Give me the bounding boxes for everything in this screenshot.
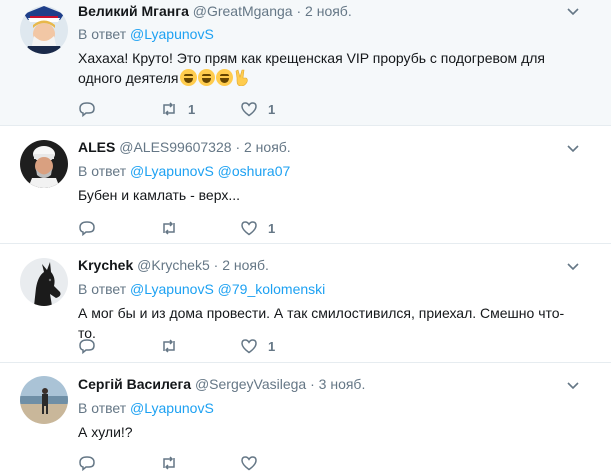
tweet[interactable]: Великий Мганга @GreatMganga · 2 нояб. В … bbox=[0, 0, 611, 126]
user-handle[interactable]: @SergeyVasilega bbox=[195, 376, 306, 392]
timestamp[interactable]: 2 нояб. bbox=[244, 139, 291, 155]
retweet-button[interactable] bbox=[160, 336, 188, 356]
heart-icon bbox=[241, 221, 257, 236]
reply-prefix: В ответ bbox=[78, 400, 127, 416]
retweet-icon bbox=[163, 102, 175, 116]
like-button[interactable] bbox=[240, 453, 268, 473]
reply-context: В ответ @LyapunovS @79_kolomenski bbox=[78, 280, 325, 298]
reply-button[interactable] bbox=[78, 99, 106, 119]
chevron-down-icon[interactable] bbox=[565, 141, 581, 157]
display-name[interactable]: ALES bbox=[78, 139, 115, 155]
tweet[interactable]: ALES @ALES99607328 · 2 нояб. В ответ @Ly… bbox=[0, 126, 611, 244]
grinning-sweat-emoji bbox=[179, 69, 197, 86]
separator-dot: · bbox=[296, 3, 302, 19]
tweet-text: Бубен и камлать - верх... bbox=[78, 187, 241, 203]
reply-icon bbox=[79, 221, 95, 237]
tweet-text: А хули!? bbox=[78, 424, 133, 440]
chevron-down-icon[interactable] bbox=[565, 4, 581, 20]
retweet-icon bbox=[163, 339, 175, 353]
avatar[interactable] bbox=[20, 140, 68, 188]
mention-link[interactable]: @oshura07 bbox=[218, 163, 291, 179]
retweet-icon bbox=[163, 221, 175, 235]
user-handle[interactable]: @GreatMganga bbox=[193, 3, 293, 19]
tweet-body: Хахаха! Круто! Это прям как крещенская V… bbox=[78, 50, 545, 86]
like-count: 1 bbox=[268, 220, 276, 236]
like-button[interactable]: 1 bbox=[240, 99, 275, 119]
heart-icon bbox=[241, 102, 257, 117]
reply-button[interactable] bbox=[78, 453, 106, 473]
mention-link[interactable]: @LyapunovS bbox=[130, 163, 214, 179]
user-handle[interactable]: @ALES99607328 bbox=[119, 139, 231, 155]
timestamp[interactable]: 3 нояб. bbox=[319, 376, 366, 392]
grinning-sweat-emoji bbox=[215, 69, 233, 86]
avatar[interactable] bbox=[20, 258, 68, 306]
reply-prefix: В ответ bbox=[78, 163, 127, 179]
reply-icon bbox=[79, 102, 95, 118]
like-button[interactable]: 1 bbox=[240, 336, 275, 356]
retweet-button[interactable] bbox=[160, 218, 188, 238]
like-button[interactable]: 1 bbox=[240, 218, 275, 238]
retweet-icon bbox=[163, 456, 175, 470]
display-name[interactable]: Krychek bbox=[78, 257, 133, 273]
separator-dot: · bbox=[213, 257, 219, 273]
like-count: 1 bbox=[268, 101, 276, 117]
grinning-sweat-emoji bbox=[197, 69, 215, 86]
reply-prefix: В ответ bbox=[78, 26, 127, 42]
heart-icon bbox=[241, 339, 257, 354]
avatar[interactable] bbox=[20, 6, 68, 54]
reply-icon bbox=[79, 456, 95, 472]
chevron-down-icon[interactable] bbox=[565, 259, 581, 275]
timestamp[interactable]: 2 нояб. bbox=[222, 257, 269, 273]
display-name[interactable]: Великий Мганга bbox=[78, 3, 189, 19]
heart-icon bbox=[241, 456, 257, 471]
mention-link[interactable]: @LyapunovS bbox=[130, 26, 214, 42]
tweet-text: Хахаха! Круто! Это прям как крещенская V… bbox=[78, 48, 578, 88]
retweet-button[interactable]: 1 bbox=[160, 99, 195, 119]
user-handle[interactable]: @Krychek5 bbox=[137, 257, 210, 273]
reply-button[interactable] bbox=[78, 218, 106, 238]
tweet-text: А мог бы и из дома провести. А так смило… bbox=[78, 305, 565, 341]
reply-button[interactable] bbox=[78, 336, 106, 356]
mention-link[interactable]: @LyapunovS bbox=[130, 400, 214, 416]
retweet-count: 1 bbox=[188, 101, 196, 117]
mention-link[interactable]: @79_kolomenski bbox=[218, 281, 326, 297]
avatar[interactable] bbox=[20, 376, 68, 424]
reply-icon bbox=[79, 339, 95, 355]
victory-hand-emoji bbox=[235, 69, 248, 86]
timestamp[interactable]: 2 нояб. bbox=[305, 3, 352, 19]
retweet-button[interactable] bbox=[160, 453, 188, 473]
separator-dot: · bbox=[235, 139, 241, 155]
chevron-down-icon[interactable] bbox=[565, 378, 581, 394]
mention-link[interactable]: @LyapunovS bbox=[130, 281, 214, 297]
reply-context: В ответ @LyapunovS @oshura07 bbox=[78, 162, 290, 180]
display-name[interactable]: Сергій Василега bbox=[78, 376, 191, 392]
tweet[interactable]: Сергій Василега @SergeyVasilega · 3 нояб… bbox=[0, 363, 611, 472]
reply-context: В ответ @LyapunovS bbox=[78, 25, 214, 43]
reply-context: В ответ @LyapunovS bbox=[78, 399, 214, 417]
like-count: 1 bbox=[268, 338, 276, 354]
reply-prefix: В ответ bbox=[78, 281, 127, 297]
separator-dot: · bbox=[310, 376, 315, 392]
tweet[interactable]: Krychek @Krychek5 · 2 нояб. В ответ @Lya… bbox=[0, 244, 611, 363]
